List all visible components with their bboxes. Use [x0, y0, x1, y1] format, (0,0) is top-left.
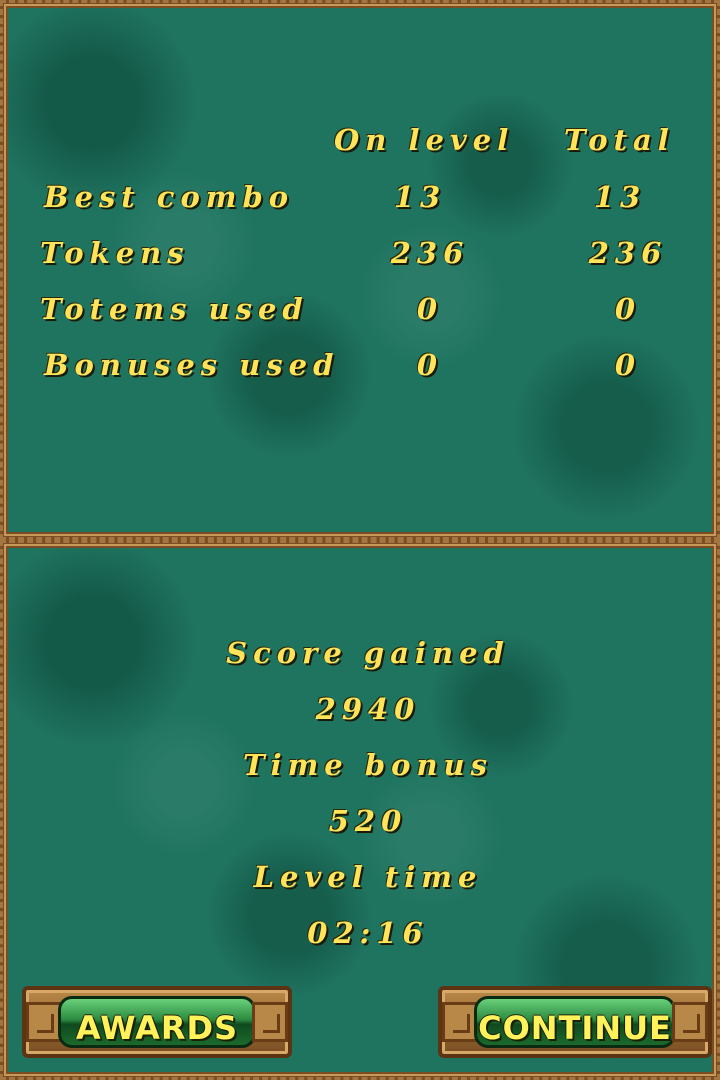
level-time-label: Level time	[253, 860, 483, 894]
summary-panel: Score gained 2940 Time bonus 520 Level t…	[0, 540, 720, 1080]
continue-button-face: CONTINUE	[474, 996, 676, 1048]
continue-button[interactable]: CONTINUE	[438, 986, 712, 1058]
header-total: Total	[564, 123, 675, 157]
knot-ornament-icon	[442, 1002, 478, 1042]
row-tokens-on-level: 236	[390, 236, 470, 270]
knot-ornament-icon	[672, 1002, 708, 1042]
row-best-combo-on-level: 13	[393, 180, 447, 214]
score-gained-label: Score gained	[226, 636, 510, 670]
awards-button-label: AWARDS	[75, 1009, 239, 1047]
row-label-bonuses-used: Bonuses used	[44, 348, 340, 382]
awards-button-face: AWARDS	[58, 996, 256, 1048]
row-totems-used-on-level: 0	[416, 292, 444, 326]
continue-button-label: CONTINUE	[478, 1009, 672, 1047]
level-time-value: 02:16	[307, 916, 429, 950]
row-bonuses-used-total: 0	[614, 348, 642, 382]
row-label-totems-used: Totems used	[40, 292, 309, 326]
awards-button[interactable]: AWARDS	[22, 986, 292, 1058]
row-totems-used-total: 0	[614, 292, 642, 326]
time-bonus-label: Time bonus	[243, 748, 493, 782]
stats-panel: On level Total Best combo 13 13 Tokens 2…	[0, 0, 720, 540]
header-on-level: On level	[334, 123, 515, 157]
row-label-best-combo: Best combo	[44, 180, 295, 214]
row-bonuses-used-on-level: 0	[416, 348, 444, 382]
score-gained-value: 2940	[315, 692, 421, 726]
row-label-tokens: Tokens	[40, 236, 190, 270]
row-best-combo-total: 13	[593, 180, 647, 214]
row-tokens-total: 236	[588, 236, 668, 270]
knot-ornament-icon	[26, 1002, 62, 1042]
time-bonus-value: 520	[328, 804, 408, 838]
knot-ornament-icon	[252, 1002, 288, 1042]
